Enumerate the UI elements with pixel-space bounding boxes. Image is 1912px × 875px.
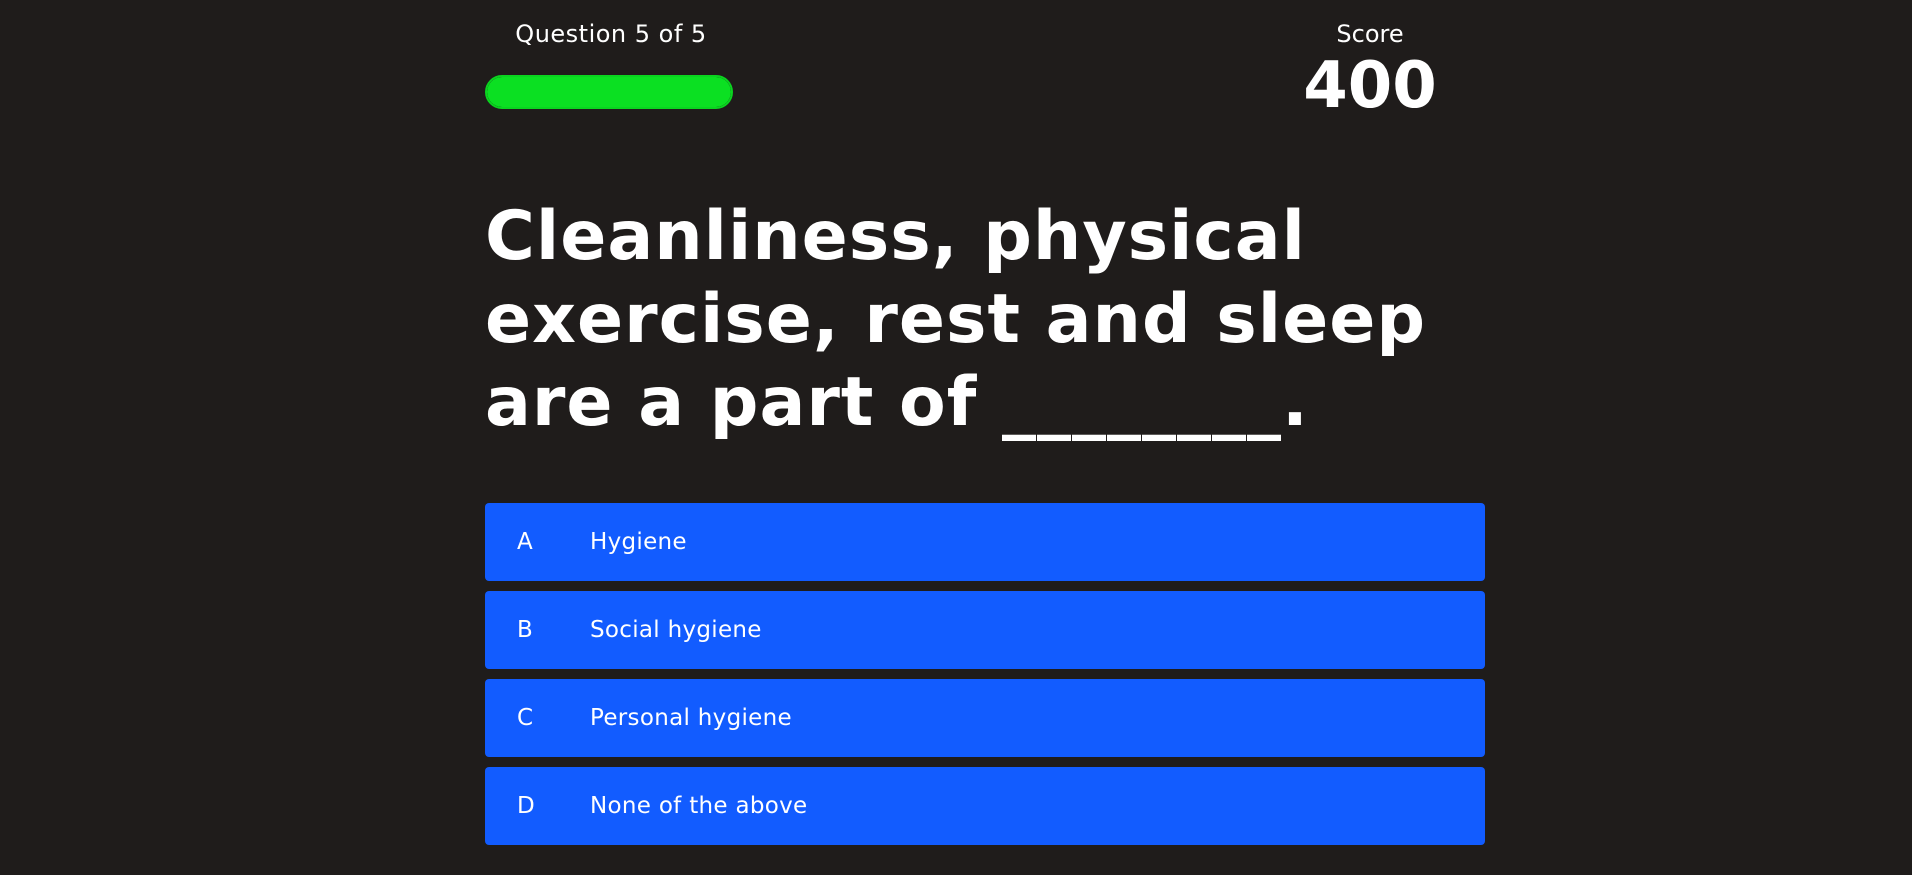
option-text: None of the above: [590, 793, 808, 819]
progress-bar: [485, 75, 733, 109]
score-block: Score 400: [1300, 18, 1440, 122]
quiz-hud: Question 5 of 5 Score 400: [485, 0, 1485, 140]
progress-bar-fill: [487, 77, 731, 107]
progress-block: Question 5 of 5: [485, 18, 737, 109]
question-text: Cleanliness, physical exercise, rest and…: [485, 197, 1427, 442]
quiz-container: Question 5 of 5 Score 400 Cleanliness, p…: [485, 0, 1485, 875]
option-text: Hygiene: [590, 529, 687, 555]
answer-options: A Hygiene B Social hygiene C Personal hy…: [485, 503, 1485, 855]
option-letter: C: [517, 705, 534, 731]
answer-option-c[interactable]: C Personal hygiene: [485, 679, 1485, 757]
option-letter: A: [517, 529, 533, 555]
option-letter: D: [517, 793, 535, 819]
option-text: Personal hygiene: [590, 705, 792, 731]
answer-option-b[interactable]: B Social hygiene: [485, 591, 1485, 669]
option-text: Social hygiene: [590, 617, 762, 643]
option-letter: B: [517, 617, 533, 643]
answer-option-a[interactable]: A Hygiene: [485, 503, 1485, 581]
score-label: Score: [1336, 20, 1404, 48]
question-progress-text: Question 5 of 5: [515, 20, 707, 48]
answer-option-d[interactable]: D None of the above: [485, 767, 1485, 845]
score-value: 400: [1303, 49, 1437, 123]
